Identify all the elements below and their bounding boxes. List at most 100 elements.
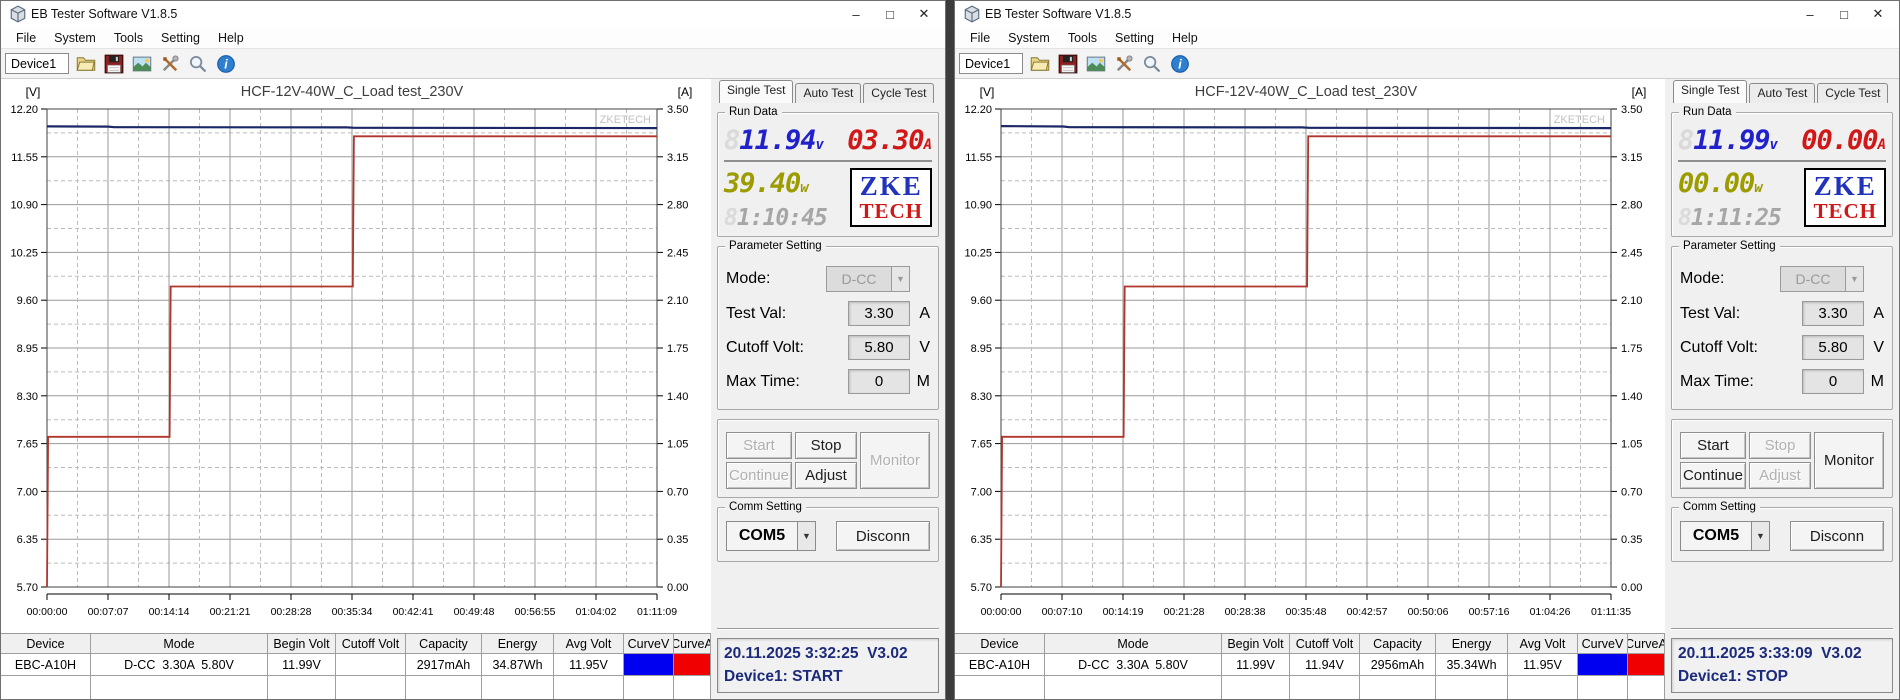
disconnect-button[interactable]: Disconn [1790,521,1884,551]
col-mode: Mode [91,634,268,654]
svg-text:0.00: 0.00 [667,582,688,594]
save-icon[interactable] [1057,53,1079,75]
com-port-dropdown[interactable]: COM5 ▼ [1680,521,1770,551]
svg-text:9.60: 9.60 [17,295,38,307]
tab-cycle-test[interactable]: Cycle Test [1817,83,1888,103]
panel-divider [1671,628,1893,630]
adjust-button[interactable]: Adjust [795,462,857,489]
svg-text:1.40: 1.40 [667,391,688,403]
svg-text:00:42:41: 00:42:41 [393,606,434,618]
com-port-dropdown[interactable]: COM5 ▼ [726,521,816,551]
svg-text:01:04:02: 01:04:02 [576,606,617,618]
menu-tools[interactable]: Tools [1059,31,1106,45]
cutoff-volt-unit: V [910,339,930,357]
elapsed-time-display: 81:10:45 [724,207,827,230]
info-icon[interactable]: i [215,53,237,75]
continue-button[interactable]: Continue [726,462,792,489]
svg-text:9.60: 9.60 [971,295,992,307]
tab-cycle-test[interactable]: Cycle Test [863,83,934,103]
monitor-button[interactable]: Monitor [1814,432,1884,489]
svg-text:5.70: 5.70 [971,582,992,594]
minimize-button[interactable]: – [1793,3,1827,25]
svg-text:i: i [224,57,228,71]
cutoff-volt-unit: V [1864,339,1884,357]
start-button[interactable]: Start [1680,432,1746,459]
menu-help[interactable]: Help [209,31,253,45]
menu-help[interactable]: Help [1163,31,1207,45]
adjust-button[interactable]: Adjust [1749,462,1811,489]
title-bar: EB Tester Software V1.8.5 – □ ✕ [1,1,945,27]
svg-text:5.70: 5.70 [17,582,38,594]
image-export-icon[interactable] [1085,53,1107,75]
maximize-button[interactable]: □ [873,3,907,25]
maximize-button[interactable]: □ [1827,3,1861,25]
image-export-icon[interactable] [131,53,153,75]
cell-energy: 35.34Wh [1436,654,1508,676]
save-icon[interactable] [103,53,125,75]
max-time-input[interactable]: 0 [848,369,910,394]
mode-dropdown[interactable]: D-CC ▼ [1780,266,1864,292]
mode-dropdown[interactable]: D-CC ▼ [826,266,910,292]
monitor-button[interactable]: Monitor [860,432,930,489]
svg-text:00:00:00: 00:00:00 [27,606,68,618]
close-button[interactable]: ✕ [907,3,941,25]
test-tabs: Single Test Auto Test Cycle Test [1673,81,1893,103]
table-row[interactable]: EBC-A10H D-CC 3.30A 5.80V 11.99V 11.94V … [955,654,1665,676]
open-folder-icon[interactable] [1029,53,1051,75]
menu-file[interactable]: File [7,31,45,45]
menu-file[interactable]: File [961,31,999,45]
tools-icon[interactable] [1113,53,1135,75]
power-display: 39.40w [724,170,827,197]
svg-text:01:04:26: 01:04:26 [1530,606,1571,618]
svg-text:00:00:00: 00:00:00 [981,606,1022,618]
app-window: EB Tester Software V1.8.5 – □ ✕ File Sys… [954,0,1900,700]
tab-single-test[interactable]: Single Test [1673,80,1747,103]
svg-text:10.25: 10.25 [10,247,38,259]
cutoff-volt-input[interactable]: 5.80 [848,335,910,360]
svg-text:11.55: 11.55 [965,152,992,164]
svg-text:3.50: 3.50 [667,104,688,116]
stop-button[interactable]: Stop [1749,432,1811,459]
tools-icon[interactable] [159,53,181,75]
tab-single-test[interactable]: Single Test [719,80,793,103]
test-val-input[interactable]: 3.30 [1802,301,1864,326]
col-capacity: Capacity [1360,634,1436,654]
stop-button[interactable]: Stop [795,432,857,459]
device-selector[interactable]: Device1 [5,53,69,74]
test-val-input[interactable]: 3.30 [848,301,910,326]
menu-system[interactable]: System [999,31,1059,45]
cutoff-volt-input[interactable]: 5.80 [1802,335,1864,360]
curve-v-swatch [1578,654,1628,676]
open-folder-icon[interactable] [75,53,97,75]
tab-auto-test[interactable]: Auto Test [795,83,861,103]
svg-text:7.65: 7.65 [971,439,992,451]
curve-a-swatch [1628,654,1665,676]
col-avg-volt: Avg Volt [1508,634,1578,654]
svg-text:[A]: [A] [678,85,693,99]
start-button[interactable]: Start [726,432,792,459]
search-icon[interactable] [1141,53,1163,75]
svg-text:00:14:19: 00:14:19 [1103,606,1144,618]
tab-auto-test[interactable]: Auto Test [1749,83,1815,103]
menu-setting[interactable]: Setting [1106,31,1163,45]
svg-text:00:42:57: 00:42:57 [1347,606,1388,618]
device-selector[interactable]: Device1 [959,53,1023,74]
table-row[interactable]: EBC-A10H D-CC 3.30A 5.80V 11.99V 2917mAh… [1,654,711,676]
info-icon[interactable]: i [1169,53,1191,75]
control-panel: Single Test Auto Test Cycle Test Run Dat… [1665,79,1899,699]
toolbar: Device1 i [1,49,945,79]
svg-text:0.70: 0.70 [1621,486,1642,498]
cutoff-volt-label: Cutoff Volt: [1680,339,1802,357]
menu-tools[interactable]: Tools [105,31,152,45]
menu-system[interactable]: System [45,31,105,45]
disconnect-button[interactable]: Disconn [836,521,930,551]
continue-button[interactable]: Continue [1680,462,1746,489]
menu-setting[interactable]: Setting [152,31,209,45]
comm-setting-group: Comm Setting COM5 ▼ Disconn [1671,507,1893,562]
search-icon[interactable] [187,53,209,75]
status-box: 20.11.2025 3:32:25 V3.02 Device1: START [717,638,939,693]
max-time-input[interactable]: 0 [1802,369,1864,394]
toolbar: Device1 i [955,49,1899,79]
close-button[interactable]: ✕ [1861,3,1895,25]
minimize-button[interactable]: – [839,3,873,25]
